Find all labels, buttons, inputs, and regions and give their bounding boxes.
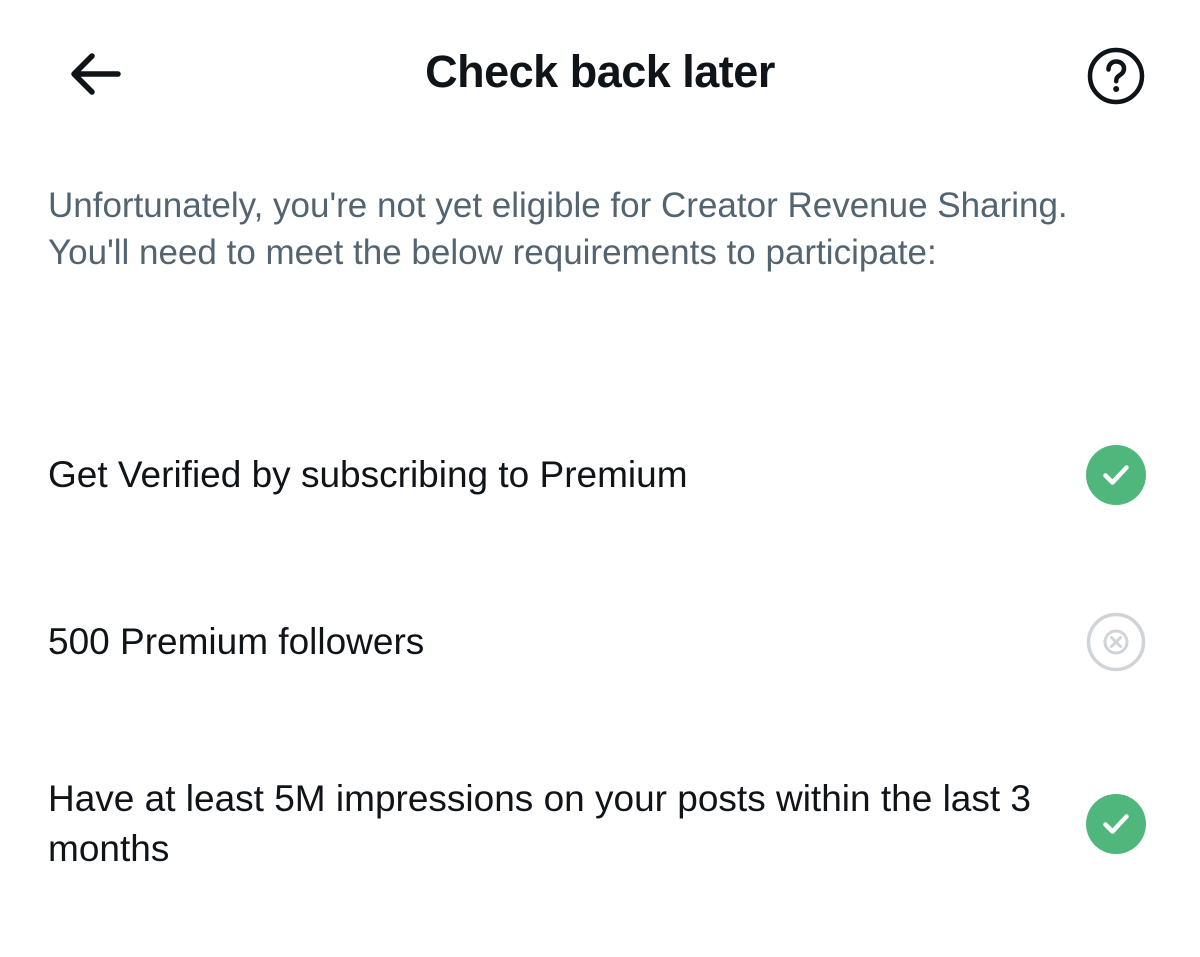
page-title: Check back later bbox=[425, 46, 775, 97]
check-circle-icon bbox=[1086, 445, 1146, 505]
requirement-label: 500 Premium followers bbox=[48, 621, 425, 662]
help-button[interactable] bbox=[1080, 40, 1152, 112]
requirement-label: Have at least 5M impressions on your pos… bbox=[48, 778, 1032, 869]
requirement-label: Get Verified by subscribing to Premium bbox=[48, 454, 688, 495]
requirement-row-verified: Get Verified by subscribing to Premium bbox=[0, 445, 1200, 505]
back-button[interactable] bbox=[58, 42, 130, 104]
requirement-row-followers: 500 Premium followers bbox=[0, 612, 1200, 672]
arrow-left-icon bbox=[71, 53, 121, 95]
x-circle-icon bbox=[1086, 612, 1146, 672]
eligibility-message: Unfortunately, you're not yet eligible f… bbox=[48, 186, 1068, 272]
question-circle-icon bbox=[1087, 47, 1145, 105]
top-bar: Check back later bbox=[0, 0, 1200, 145]
requirement-row-impressions: Have at least 5M impressions on your pos… bbox=[0, 774, 1200, 884]
check-circle-icon bbox=[1086, 794, 1146, 854]
